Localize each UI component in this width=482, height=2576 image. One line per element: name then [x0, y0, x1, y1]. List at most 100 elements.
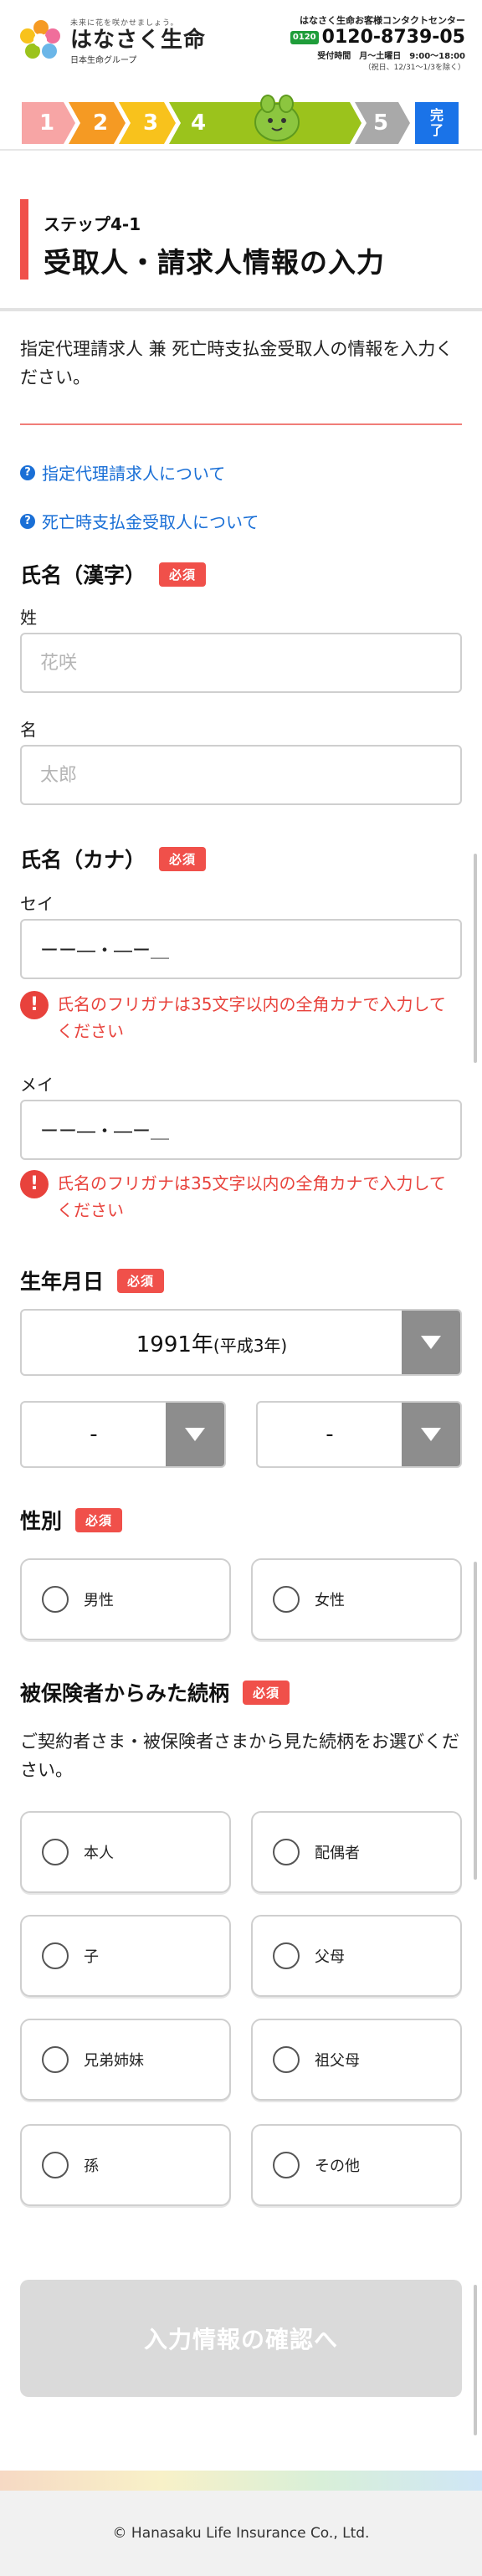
birth-era: (平成3年) [213, 1335, 288, 1356]
contact-center: はなさく生命お客様コンタクトセンター 0120 0120-8739-05 受付時… [290, 13, 465, 72]
contact-phone[interactable]: 0120 0120-8739-05 [290, 27, 465, 49]
first-name-kana-label: メイ [20, 1075, 54, 1095]
contact-hours: 受付時間 月〜土曜日 9:00〜18:00 [317, 52, 465, 61]
error-icon: ! [20, 1170, 49, 1198]
gender-option-female[interactable]: 女性 [251, 1558, 462, 1640]
relation-option-parent[interactable]: 父母 [251, 1915, 462, 1997]
intro-text: 指定代理請求人 兼 死亡時支払金受取人の情報を入力ください。 [20, 339, 454, 387]
birth-year-value: 1991年(平成3年) [22, 1327, 402, 1358]
birth-month-select[interactable]: - [20, 1401, 226, 1468]
footer-gradient-band [0, 2471, 482, 2491]
radio-circle-icon [273, 1942, 300, 1969]
first-name-kanji-input[interactable] [20, 745, 462, 805]
birth-date-heading: 生年月日 必須 [20, 1265, 165, 1296]
name-kana-label: 氏名（カナ） [20, 848, 146, 872]
radio-circle-icon [42, 1942, 69, 1969]
intro-divider [20, 423, 462, 425]
relation-option-other[interactable]: その他 [251, 2124, 462, 2206]
contact-title: はなさく生命お客様コンタクトセンター [300, 15, 465, 26]
step-4: 4 [190, 110, 207, 136]
relation-option-spouse[interactable]: 配偶者 [251, 1811, 462, 1893]
agent-help-link[interactable]: ? 指定代理請求人について [20, 460, 225, 485]
copyright: © Hanasaku Life Insurance Co., Ltd. [112, 2525, 370, 2542]
gender-option-label: 女性 [315, 1592, 345, 1609]
logo-tagline: 未来に花を咲かせましょう。 [70, 19, 179, 28]
step-5: 5 [372, 110, 389, 136]
relation-option-label: 兄弟姉妹 [84, 2052, 144, 2070]
radio-circle-icon [42, 2152, 69, 2178]
radio-circle-icon [273, 2152, 300, 2178]
phone-number[interactable]: 0120-8739-05 [322, 27, 465, 49]
relation-label: 被保険者からみた続柄 [20, 1681, 230, 1706]
relation-option-sibling[interactable]: 兄弟姉妹 [20, 2019, 231, 2101]
relation-option-grandchild[interactable]: 孫 [20, 2124, 231, 2206]
radio-circle-icon [42, 1839, 69, 1865]
required-badge: 必須 [75, 1507, 123, 1532]
question-icon: ? [20, 464, 35, 480]
relation-option-label: 子 [84, 1948, 99, 1966]
relation-option-label: 配偶者 [315, 1845, 360, 1862]
last-name-kanji-input[interactable] [20, 633, 462, 693]
birth-year-select[interactable]: 1991年(平成3年) [20, 1309, 462, 1376]
relation-option-self[interactable]: 本人 [20, 1811, 231, 1893]
step-2: 2 [92, 110, 109, 136]
required-badge: 必須 [117, 1268, 165, 1293]
required-badge: 必須 [159, 562, 207, 587]
contact-holidays: （祝日、12/31〜1/3を除く） [363, 64, 465, 72]
radio-circle-icon [273, 2046, 300, 2073]
name-kana-heading: 氏名（カナ） 必須 [20, 844, 207, 874]
scrollbar-thumb[interactable] [474, 854, 477, 1063]
birth-date-label: 生年月日 [20, 1270, 105, 1294]
site-footer: © Hanasaku Life Insurance Co., Ltd. [0, 2491, 482, 2576]
last-name-kana-input[interactable] [20, 919, 462, 979]
gender-heading: 性別 必須 [20, 1505, 123, 1535]
first-name-kana-input[interactable] [20, 1100, 462, 1160]
required-badge: 必須 [159, 846, 207, 871]
scrollbar-thumb[interactable] [474, 1562, 477, 1880]
birth-year: 1991年 [136, 1332, 213, 1357]
page: 未来に花を咲かせましょう。 はなさく生命 日本生命グループ はなさく生命お客様コ… [0, 0, 482, 2576]
dropdown-arrow-icon [402, 1403, 460, 1466]
radio-circle-icon [273, 1586, 300, 1613]
radio-circle-icon [42, 2046, 69, 2073]
relation-option-label: その他 [315, 2158, 360, 2175]
scrollbar-thumb[interactable] [474, 2285, 477, 2435]
intro-text-block: 指定代理請求人 兼 死亡時支払金受取人の情報を入力ください。 [20, 335, 462, 392]
name-kanji-label: 氏名（漢字） [20, 563, 146, 588]
step-label: ステップ4-1 [44, 214, 141, 234]
gender-option-male[interactable]: 男性 [20, 1558, 231, 1640]
birth-day-value: - [326, 1422, 334, 1447]
confirm-input-button[interactable]: 入力情報の確認へ [20, 2280, 462, 2397]
dropdown-arrow-icon [402, 1311, 460, 1374]
relation-option-label: 孫 [84, 2158, 99, 2175]
name-kanji-heading: 氏名（漢字） 必須 [20, 559, 207, 589]
relation-option-grandparent[interactable]: 祖父母 [251, 2019, 462, 2101]
radio-circle-icon [42, 1586, 69, 1613]
gender-option-label: 男性 [84, 1592, 114, 1609]
gender-label: 性別 [20, 1509, 63, 1533]
stepbar-divider [0, 149, 482, 151]
page-title: 受取人・請求人情報の入力 [44, 246, 385, 279]
step-3: 3 [142, 110, 159, 136]
site-header: 未来に花を咲かせましょう。 はなさく生命 日本生命グループ はなさく生命お客様コ… [0, 0, 482, 89]
step-progress-bar: 1 2 3 4 5 完了 [22, 92, 459, 154]
beneficiary-help-link[interactable]: ? 死亡時支払金受取人について [20, 509, 259, 533]
birth-day-select[interactable]: - [256, 1401, 462, 1468]
relation-option-child[interactable]: 子 [20, 1915, 231, 1997]
company-group: 日本生命グループ [70, 56, 137, 65]
title-divider [0, 308, 482, 311]
company-name: はなさく生命 [70, 28, 207, 53]
first-name-kanji-label: 名 [20, 720, 37, 740]
agent-help-link-label: 指定代理請求人について [42, 464, 226, 484]
last-name-kana-error-text: 氏名のフリガナは35文字以内の全角カナで入力してください [57, 994, 446, 1041]
first-name-kana-error: ! 氏名のフリガナは35文字以内の全角カナで入力してください [20, 1170, 462, 1224]
last-name-kana-error: ! 氏名のフリガナは35文字以内の全角カナで入力してください [20, 991, 462, 1044]
flower-logo-icon [20, 20, 62, 62]
first-name-kana-error-text: 氏名のフリガナは35文字以内の全角カナで入力してください [57, 1173, 446, 1220]
question-icon: ? [20, 513, 35, 529]
company-logo[interactable]: 未来に花を咲かせましょう。 はなさく生命 日本生命グループ [20, 17, 206, 65]
relation-option-label: 父母 [315, 1948, 345, 1966]
step-done: 完了 [415, 102, 459, 144]
relation-option-label: 本人 [84, 1845, 114, 1862]
mascot-icon [248, 92, 306, 142]
